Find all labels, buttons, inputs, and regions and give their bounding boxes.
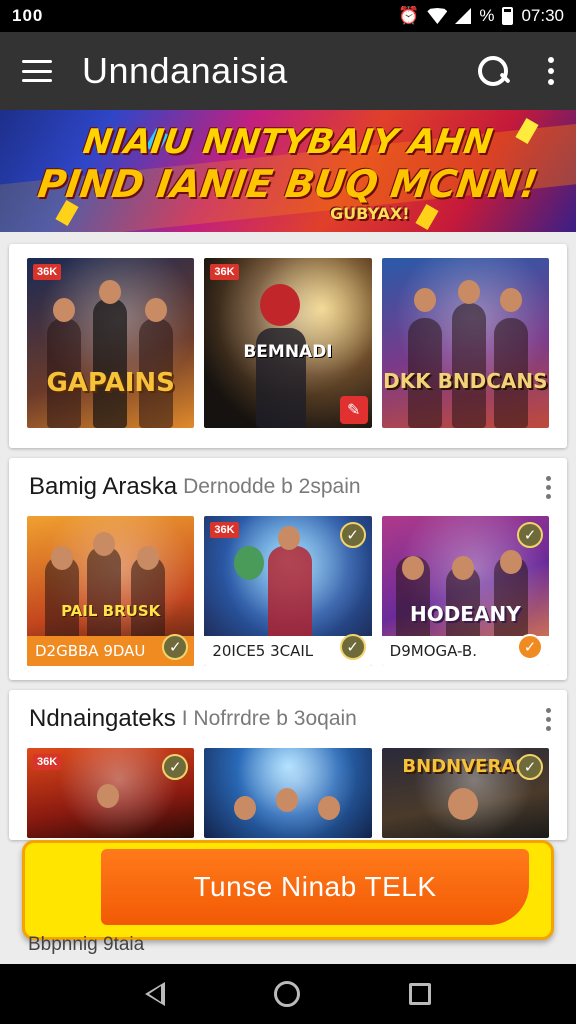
overflow-menu-icon[interactable] [548, 57, 554, 85]
featured-tile[interactable]: 36K BEMNADI ✎ [204, 258, 372, 428]
tile-tag: 36K [33, 264, 62, 280]
battery-icon [502, 7, 514, 25]
check-icon[interactable]: ✓ [339, 634, 366, 660]
app-title: Unndanaisia [82, 50, 288, 91]
promo-banner[interactable]: NIAIU NNTYBAIY AHN PIND IANIE BUQ MCNN! … [0, 110, 576, 232]
section-subtitle: I Nofrrdre b 3oqain [181, 707, 357, 730]
tile-tag: 36K [210, 522, 239, 538]
tile-title: GAPAINS [46, 368, 175, 398]
featured-tile[interactable]: DKK BNDCANS [381, 258, 549, 428]
featured-tiles: 36K GAPAINS 36K BEMNADI ✎ DKK BNDCANS [9, 244, 567, 428]
check-icon[interactable]: ✓ [516, 754, 543, 780]
banner-headline: NIAIU NNTYBAIY AHN [80, 122, 496, 162]
app-bar: Unndanaisia [0, 32, 576, 110]
status-icons: ⏰ % 07:30 [398, 6, 564, 26]
check-icon[interactable]: ✓ [339, 522, 366, 548]
banner-decoration [415, 203, 439, 231]
tile-tag: 36K [210, 264, 239, 280]
game-tile[interactable]: PAIL BRUSK D2GBBA 9DAU ✓ [27, 516, 195, 666]
recent-apps-icon[interactable] [409, 983, 432, 1005]
section-subtitle: Dernodde b 2spain [183, 475, 361, 498]
section-card: Bamig Araska Dernodde b 2spain PAIL BRUS… [9, 458, 567, 680]
section-more-icon[interactable] [546, 707, 551, 731]
partial-section-title: Bbpnnig 9taia [28, 934, 145, 955]
game-tile[interactable]: 36K ✓ [27, 748, 195, 838]
section-header: Bamig Araska Dernodde b 2spain [9, 458, 567, 516]
tile-title: BEMNADI [243, 342, 333, 362]
game-tile[interactable] [204, 748, 372, 838]
check-icon[interactable]: ✓ [516, 634, 543, 660]
search-icon[interactable] [476, 54, 510, 88]
tile-overlay: PAIL BRUSK [61, 602, 161, 620]
status-left-text: 100 [12, 6, 44, 25]
menu-icon[interactable] [22, 60, 52, 82]
banner-tagline: GUBYAX! [330, 204, 410, 223]
banner-subheadline: PIND IANIE BUQ MCNN! [35, 162, 541, 206]
cta-button[interactable]: Tunse Ninab TELK [101, 849, 529, 925]
signal-icon [455, 8, 472, 24]
home-icon[interactable] [273, 981, 300, 1007]
tile-overlay: HODEANY [409, 602, 521, 626]
tile-tag: 36K [33, 754, 62, 770]
clock: 07:30 [521, 6, 564, 25]
cta-container: Tunse Ninab TELK [22, 840, 554, 940]
section-title: Ndnaingateks [29, 705, 176, 732]
wifi-icon [427, 8, 448, 24]
section-tiles: 36K ✓ BNDNVERAS ✓ [9, 748, 567, 838]
section-card: Ndnaingateks I Nofrrdre b 3oqain 36K ✓ B… [9, 690, 567, 840]
check-icon[interactable]: ✓ [516, 522, 543, 548]
system-nav-bar [0, 964, 576, 1024]
section-tiles: PAIL BRUSK D2GBBA 9DAU ✓ 36K 20ICE5 3CAI… [9, 516, 567, 666]
game-tile[interactable]: 36K 20ICE5 3CAIL ✓ ✓ [204, 516, 372, 666]
edit-icon[interactable]: ✎ [339, 396, 368, 424]
app-actions [476, 54, 554, 88]
featured-tile[interactable]: 36K GAPAINS [27, 258, 195, 428]
game-tile[interactable]: HODEANY D9MOGA-B. ✓ ✓ [381, 516, 549, 666]
status-bar: 100 ⏰ % 07:30 [0, 0, 576, 32]
alarm-icon: ⏰ [398, 6, 420, 25]
battery-percent: % [479, 6, 495, 25]
back-icon[interactable] [144, 982, 165, 1006]
section-header: Ndnaingateks I Nofrrdre b 3oqain [9, 690, 567, 748]
section-more-icon[interactable] [546, 475, 551, 499]
game-tile[interactable]: BNDNVERAS ✓ [381, 748, 549, 838]
tile-title: DKK BNDCANS [383, 369, 548, 393]
featured-card: 36K GAPAINS 36K BEMNADI ✎ DKK BNDCANS [9, 244, 567, 448]
section-title: Bamig Araska [29, 473, 178, 500]
